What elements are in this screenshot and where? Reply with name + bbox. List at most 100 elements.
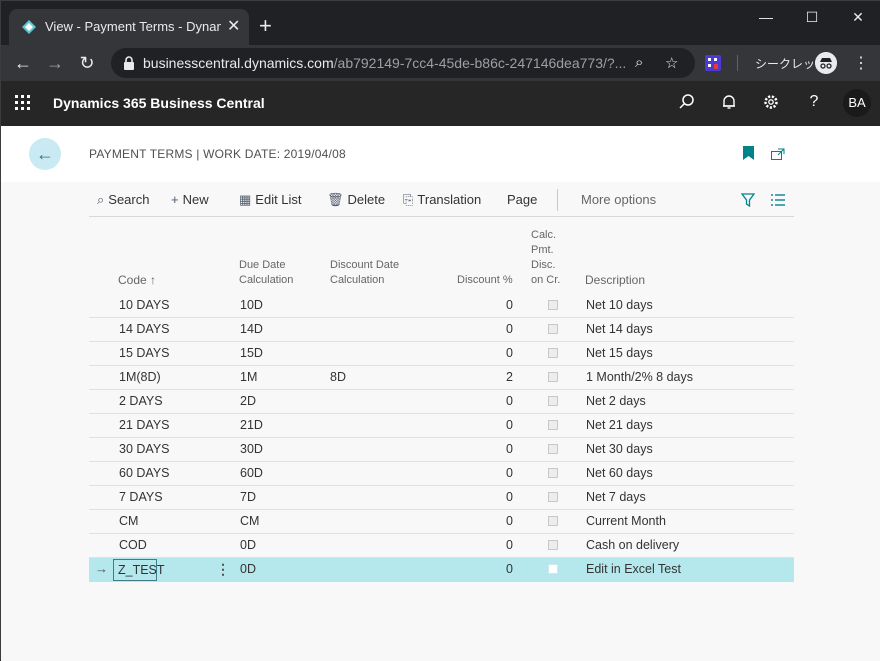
search-icon[interactable] [677, 93, 697, 111]
cell-discount-pct[interactable]: 0 [473, 322, 513, 336]
translation-action[interactable]: ⎘ Translation [403, 192, 481, 208]
cell-code[interactable]: COD [119, 538, 147, 552]
cell-discount-pct[interactable]: 0 [473, 514, 513, 528]
browser-tab[interactable]: View - Payment Terms - Dynamics 365 ✕ [9, 9, 249, 45]
cell-due-date[interactable]: 30D [240, 442, 263, 456]
cell-due-date[interactable]: 60D [240, 466, 263, 480]
cell-code[interactable]: 1M(8D) [119, 370, 161, 384]
header-calc-line3[interactable]: Disc. [531, 258, 555, 273]
cell-discount-pct[interactable]: 0 [473, 442, 513, 456]
table-row[interactable]: 60 DAYS 60D 0 Net 60 days [89, 462, 794, 486]
cell-code[interactable]: 30 DAYS [119, 442, 170, 456]
cell-code[interactable]: 7 DAYS [119, 490, 163, 504]
cell-discount-pct[interactable]: 0 [473, 562, 513, 576]
calc-pmt-disc-checkbox[interactable] [548, 516, 558, 526]
cell-discount-pct[interactable]: 0 [473, 418, 513, 432]
open-new-window-icon[interactable] [771, 148, 785, 160]
table-row[interactable]: CM CM 0 Current Month [89, 510, 794, 534]
calc-pmt-disc-checkbox[interactable] [548, 300, 558, 310]
cell-description[interactable]: Edit in Excel Test [586, 562, 681, 576]
incognito-icon[interactable] [815, 52, 837, 74]
cell-description[interactable]: Net 21 days [586, 418, 653, 432]
back-button[interactable]: ← [29, 138, 61, 170]
minimize-button[interactable]: — [743, 7, 789, 27]
cell-description[interactable]: Net 10 days [586, 298, 653, 312]
cell-description[interactable]: Net 15 days [586, 346, 653, 360]
cell-due-date[interactable]: 7D [240, 490, 256, 504]
cell-code[interactable]: 10 DAYS [119, 298, 170, 312]
calc-pmt-disc-checkbox[interactable] [548, 324, 558, 334]
cell-code[interactable]: 15 DAYS [119, 346, 170, 360]
cell-code[interactable]: 60 DAYS [119, 466, 170, 480]
calc-pmt-disc-checkbox[interactable] [548, 396, 558, 406]
cell-code[interactable]: 14 DAYS [119, 322, 170, 336]
new-action[interactable]: + New [171, 192, 209, 207]
cell-description[interactable]: Current Month [586, 514, 666, 528]
cell-due-date[interactable]: 21D [240, 418, 263, 432]
header-calc-line4[interactable]: on Cr. [531, 273, 560, 288]
cell-code[interactable]: 2 DAYS [119, 394, 163, 408]
cell-code[interactable]: 21 DAYS [119, 418, 170, 432]
cell-discount-pct[interactable]: 0 [473, 538, 513, 552]
cell-description[interactable]: Net 14 days [586, 322, 653, 336]
cell-due-date[interactable]: 1M [240, 370, 257, 384]
calc-pmt-disc-checkbox[interactable] [548, 540, 558, 550]
header-description[interactable]: Description [585, 273, 645, 288]
cell-due-date[interactable]: 0D [240, 562, 256, 576]
cell-description[interactable]: Cash on delivery [586, 538, 679, 552]
selected-table-row[interactable]: → Z_TEST ⋮ 0D 0 Edit in Excel Test [89, 558, 794, 582]
cell-due-date[interactable]: CM [240, 514, 259, 528]
calc-pmt-disc-checkbox[interactable] [548, 468, 558, 478]
calc-pmt-disc-checkbox[interactable] [548, 492, 558, 502]
table-row[interactable]: 7 DAYS 7D 0 Net 7 days [89, 486, 794, 510]
cell-description[interactable]: Net 60 days [586, 466, 653, 480]
forward-arrow-icon[interactable]: → [45, 53, 65, 73]
app-launcher-icon[interactable] [15, 95, 31, 111]
back-arrow-icon[interactable]: ← [13, 53, 33, 73]
cell-due-date[interactable]: 14D [240, 322, 263, 336]
maximize-button[interactable]: ☐ [789, 7, 835, 27]
header-due-date-line2[interactable]: Calculation [239, 273, 293, 288]
cell-description[interactable]: 1 Month/2% 8 days [586, 370, 693, 384]
list-view-icon[interactable] [771, 194, 785, 206]
header-due-date-line1[interactable]: Due Date [239, 258, 285, 273]
calc-pmt-disc-checkbox[interactable] [548, 420, 558, 430]
cell-due-date[interactable]: 10D [240, 298, 263, 312]
browser-menu-icon[interactable]: ⋮ [853, 53, 869, 73]
row-actions-icon[interactable]: ⋮ [216, 561, 230, 578]
header-discount-date-line2[interactable]: Calculation [330, 273, 384, 288]
bookmark-icon[interactable] [743, 146, 754, 160]
table-row[interactable]: 15 DAYS 15D 0 Net 15 days [89, 342, 794, 366]
delete-action[interactable]: 🗑 Delete [327, 192, 385, 208]
calc-pmt-disc-checkbox[interactable] [548, 564, 558, 574]
table-row[interactable]: 14 DAYS 14D 0 Net 14 days [89, 318, 794, 342]
app-name[interactable]: Dynamics 365 Business Central [53, 95, 265, 111]
zoom-icon[interactable]: ⌕ [635, 54, 643, 71]
cell-description[interactable]: Net 30 days [586, 442, 653, 456]
page-action[interactable]: Page [507, 192, 537, 207]
header-discount-date-line1[interactable]: Discount Date [330, 258, 399, 273]
user-avatar[interactable]: BA [843, 89, 871, 117]
calc-pmt-disc-checkbox[interactable] [548, 444, 558, 454]
header-code[interactable]: Code ↑ [118, 273, 156, 288]
cell-due-date[interactable]: 0D [240, 538, 256, 552]
cell-code[interactable]: CM [119, 514, 138, 528]
header-calc-line2[interactable]: Pmt. [531, 243, 554, 258]
help-icon[interactable]: ? [804, 93, 824, 111]
cell-discount-date[interactable]: 8D [330, 370, 346, 384]
cell-discount-pct[interactable]: 0 [473, 346, 513, 360]
search-action[interactable]: ⌕ Search [97, 192, 149, 208]
extension-icon[interactable] [705, 55, 721, 71]
header-discount-pct[interactable]: Discount % [457, 273, 513, 288]
cell-description[interactable]: Net 2 days [586, 394, 646, 408]
table-row[interactable]: COD 0D 0 Cash on delivery [89, 534, 794, 558]
table-row[interactable]: 2 DAYS 2D 0 Net 2 days [89, 390, 794, 414]
edit-list-action[interactable]: ▦ Edit List [239, 192, 302, 208]
header-calc-line1[interactable]: Calc. [531, 228, 556, 243]
tab-close-icon[interactable]: ✕ [227, 18, 240, 36]
gear-icon[interactable] [761, 93, 781, 111]
cell-discount-pct[interactable]: 0 [473, 490, 513, 504]
more-options-action[interactable]: More options [581, 192, 656, 207]
close-window-button[interactable]: ✕ [835, 7, 880, 27]
cell-discount-pct[interactable]: 0 [473, 466, 513, 480]
